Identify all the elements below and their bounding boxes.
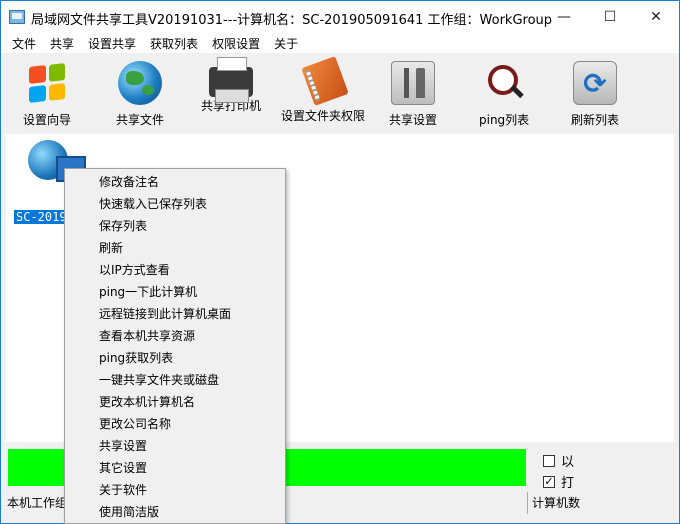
close-button[interactable]: ✕ [633, 1, 679, 33]
menu-share-settings[interactable]: 设置共享 [81, 35, 143, 52]
ping-list-label: ping列表 [479, 113, 530, 127]
ctx-view-shares[interactable]: 查看本机共享资源 [99, 327, 195, 345]
ctx-refresh[interactable]: 刷新 [99, 239, 123, 257]
ctx-change-computer-name[interactable]: 更改本机计算机名 [99, 393, 195, 411]
ping-list-button[interactable]: ping列表 [479, 57, 529, 129]
wizard-button[interactable]: 设置向导 [23, 57, 71, 129]
menu-bar: 文件 共享 设置共享 获取列表 权限设置 关于 [1, 33, 679, 53]
ctx-ping-get-list[interactable]: ping获取列表 [99, 349, 173, 367]
ctx-change-company-name[interactable]: 更改公司名称 [99, 415, 171, 433]
windows-flag-icon [25, 59, 69, 108]
ctx-quick-load-list[interactable]: 快速载入已保存列表 [99, 195, 207, 213]
ctx-one-click-share[interactable]: 一键共享文件夹或磁盘 [99, 371, 219, 389]
checkbox-2-box[interactable]: ✓ [543, 475, 555, 488]
ctx-ping-computer[interactable]: ping一下此计算机 [99, 283, 197, 301]
context-menu: 修改备注名 快速载入已保存列表 保存列表 刷新 以IP方式查看 ping一下此计… [64, 168, 286, 524]
window-title: 局域网文件共享工具V20191031---计算机名：SC-20190509164… [31, 13, 553, 28]
status-workgroup: 本机工作组 [7, 496, 68, 510]
menu-file[interactable]: 文件 [5, 35, 43, 52]
checkbox-1-label: 以 [561, 455, 575, 470]
ctx-view-by-ip[interactable]: 以IP方式查看 [99, 261, 170, 279]
refresh-list-button[interactable]: ⟳ 刷新列表 [571, 57, 619, 129]
menu-share[interactable]: 共享 [43, 35, 81, 52]
ctx-edit-note[interactable]: 修改备注名 [99, 173, 159, 191]
ctx-other-settings[interactable]: 其它设置 [99, 459, 147, 477]
maximize-button[interactable]: ☐ [587, 1, 633, 33]
checkbox-2-label: 打 [561, 476, 575, 491]
ctx-simple-mode[interactable]: 使用简洁版 [99, 503, 159, 521]
checkbox-option-2[interactable]: ✓ 打 [543, 472, 574, 491]
checkbox-option-1[interactable]: 以 [543, 451, 574, 470]
toolbar: 设置向导 共享文件 共享打印机 设置文件夹权限 共享设置 ping列表 ⟳ 刷新… [1, 53, 679, 133]
status-computer-count: 计算机数 [527, 492, 580, 514]
ctx-remote-desktop[interactable]: 远程链接到此计算机桌面 [99, 305, 231, 323]
share-file-label: 共享文件 [116, 113, 165, 127]
folder-permission-button[interactable]: 设置文件夹权限 [281, 56, 366, 129]
checkbox-1-box[interactable] [543, 454, 555, 467]
share-printer-button[interactable]: 共享打印机 [201, 57, 261, 129]
refresh-list-label: 刷新列表 [571, 113, 620, 127]
ctx-save-list[interactable]: 保存列表 [99, 217, 147, 235]
globe-icon [118, 61, 162, 105]
printer-icon [209, 57, 253, 103]
share-settings-button[interactable]: 共享设置 [389, 57, 437, 129]
ctx-share-settings[interactable]: 共享设置 [99, 437, 147, 455]
folder-permission-label: 设置文件夹权限 [281, 109, 366, 123]
wizard-label: 设置向导 [23, 113, 72, 127]
minimize-button[interactable]: — [541, 1, 587, 33]
folder-book-icon [301, 56, 349, 106]
refresh-icon: ⟳ [573, 61, 617, 105]
tools-icon [391, 61, 435, 105]
menu-get-list[interactable]: 获取列表 [143, 35, 205, 52]
title-bar[interactable]: 局域网文件共享工具V20191031---计算机名：SC-20190509164… [1, 1, 679, 33]
share-settings-label: 共享设置 [389, 113, 438, 127]
magnifier-icon [482, 61, 526, 105]
menu-permissions[interactable]: 权限设置 [205, 35, 267, 52]
menu-about[interactable]: 关于 [267, 35, 305, 52]
ctx-about[interactable]: 关于软件 [99, 481, 147, 499]
app-icon [9, 10, 25, 24]
share-file-button[interactable]: 共享文件 [116, 57, 164, 129]
